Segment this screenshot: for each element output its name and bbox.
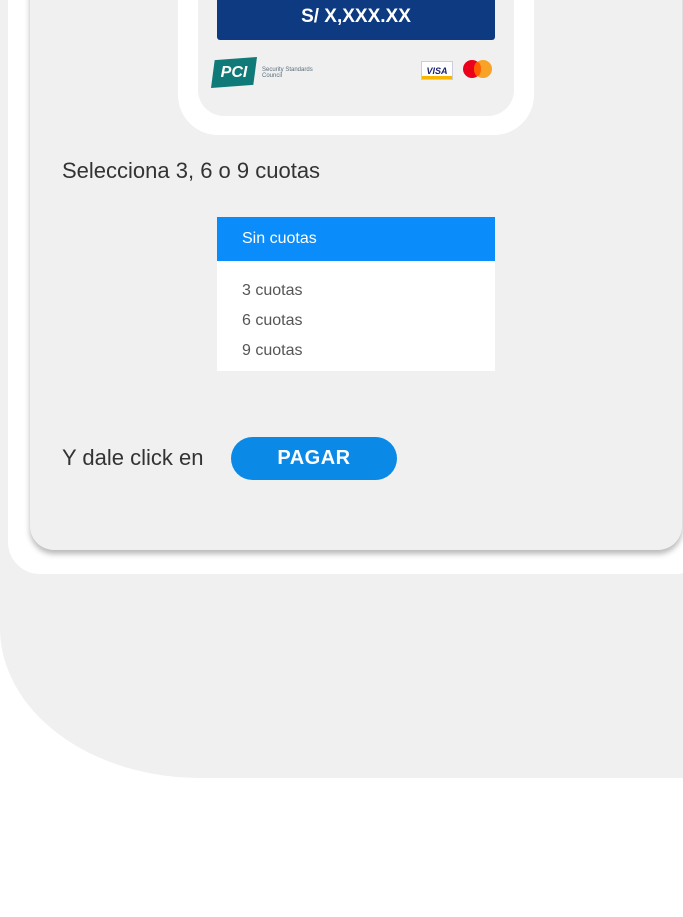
mastercard-logo — [461, 60, 495, 82]
pci-mark: PCI — [211, 57, 257, 88]
visa-logo: VISA — [421, 61, 453, 80]
pci-logo: PCI Security Standards Council — [211, 57, 322, 88]
pay-button[interactable]: PAGAR — [231, 437, 397, 480]
dropdown-option-3[interactable]: 3 cuotas — [217, 276, 495, 306]
installments-dropdown[interactable]: Sin cuotas 3 cuotas 6 cuotas 9 cuotas — [217, 217, 495, 371]
dropdown-option-9[interactable]: 9 cuotas — [217, 336, 495, 366]
click-pay-text: Y dale click en — [62, 445, 204, 470]
select-installments-text: Selecciona 3, 6 o 9 cuotas — [62, 158, 321, 183]
dropdown-option-selected[interactable]: Sin cuotas — [217, 217, 495, 261]
pci-text: Security Standards Council — [262, 66, 313, 79]
dropdown-option-6[interactable]: 6 cuotas — [217, 306, 495, 336]
amount-display: S/ X,XXX.XX — [217, 0, 495, 40]
dropdown-options-list: 3 cuotas 6 cuotas 9 cuotas — [217, 261, 495, 366]
